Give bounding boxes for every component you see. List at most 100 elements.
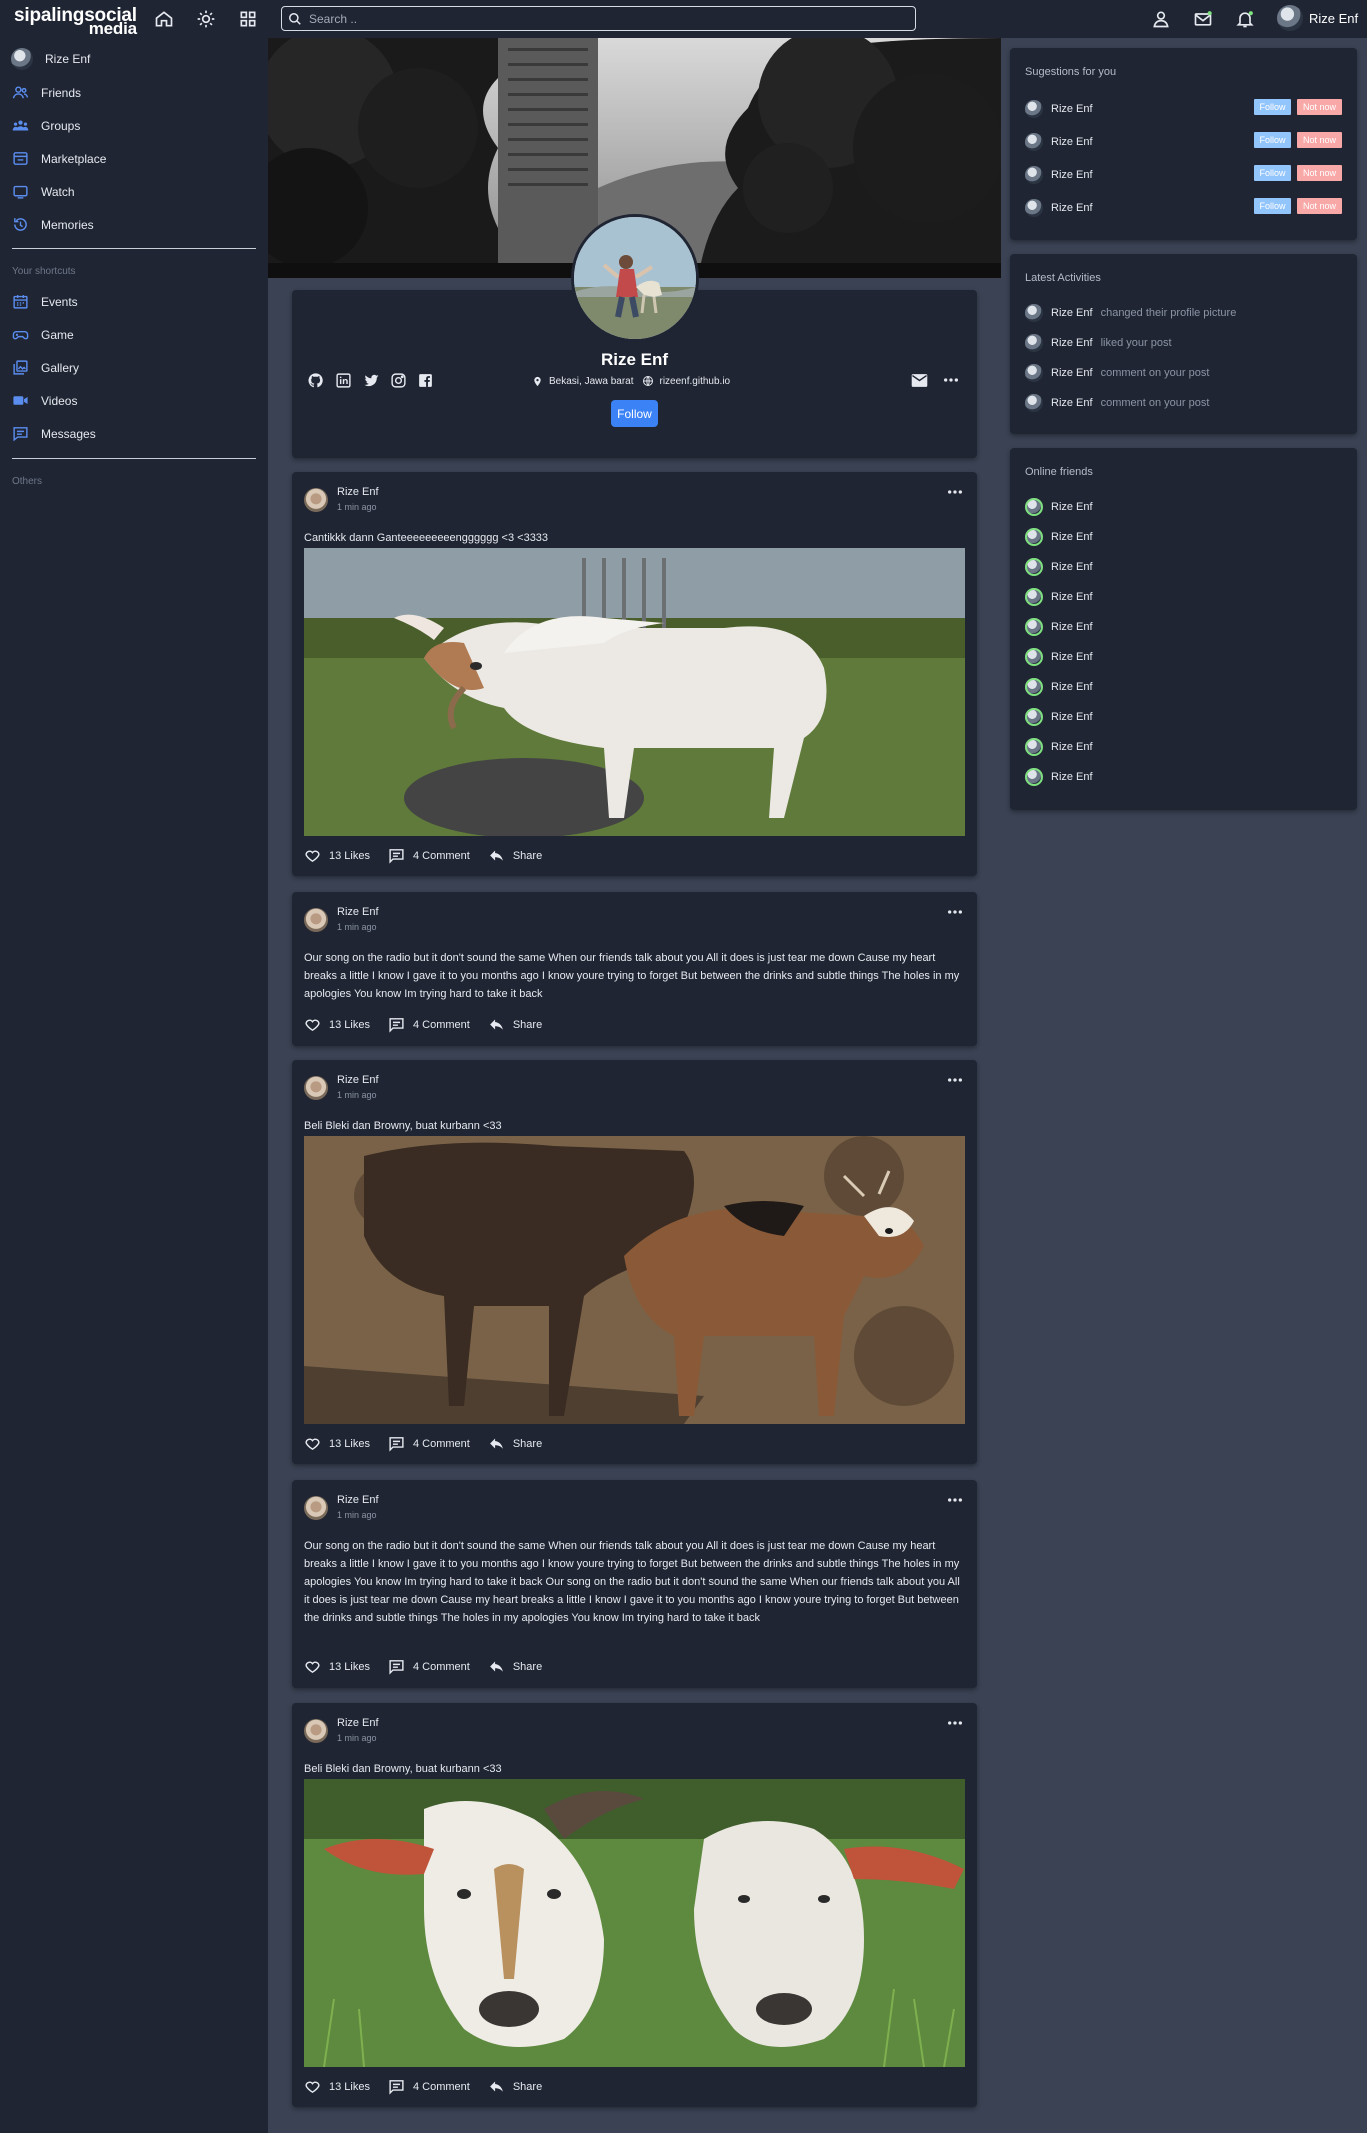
- activity-action: comment on your post: [1100, 397, 1210, 409]
- mail-icon[interactable]: [911, 373, 928, 388]
- comment-button[interactable]: 4 Comment: [388, 1658, 470, 1675]
- post-more-icon[interactable]: [947, 906, 963, 918]
- linkedin-icon[interactable]: [335, 372, 352, 389]
- app-logo[interactable]: sipalingsocial media: [14, 6, 137, 37]
- activity-item[interactable]: Rize Enf changed their profile picture: [1025, 304, 1236, 322]
- sidebar-item-marketplace[interactable]: Marketplace: [12, 150, 106, 167]
- post-more-icon[interactable]: [947, 1717, 963, 1729]
- heart-icon: [305, 1661, 320, 1674]
- suggestion-not-now-button[interactable]: Not now: [1297, 198, 1342, 214]
- suggestion-follow-button[interactable]: Follow: [1254, 99, 1291, 115]
- notifications-bell-icon[interactable]: [1235, 9, 1255, 29]
- post-author-name[interactable]: Rize Enf: [337, 906, 379, 918]
- share-button[interactable]: Share: [488, 1658, 542, 1675]
- user-menu[interactable]: Rize Enf: [1277, 5, 1358, 31]
- share-button[interactable]: Share: [488, 2078, 542, 2095]
- profile-website[interactable]: rizeenf.github.io: [660, 376, 731, 387]
- theme-toggle-sun-icon[interactable]: [196, 9, 216, 29]
- online-friend-item[interactable]: Rize Enf: [1025, 498, 1093, 516]
- sidebar-profile[interactable]: Rize Enf: [11, 48, 90, 70]
- post-author-name[interactable]: Rize Enf: [337, 1717, 379, 1729]
- online-friend-item[interactable]: Rize Enf: [1025, 648, 1093, 666]
- online-friend-item[interactable]: Rize Enf: [1025, 588, 1093, 606]
- activity-item[interactable]: Rize Enf comment on your post: [1025, 364, 1209, 382]
- comment-button[interactable]: 4 Comment: [388, 1435, 470, 1452]
- comment-button[interactable]: 4 Comment: [388, 1016, 470, 1033]
- post-image[interactable]: [304, 548, 965, 836]
- post-image[interactable]: [304, 1779, 965, 2067]
- post-author-avatar[interactable]: [304, 488, 328, 512]
- share-button[interactable]: Share: [488, 1435, 542, 1452]
- suggestion-name: Rize Enf: [1051, 169, 1093, 181]
- like-button[interactable]: 13 Likes: [304, 1435, 370, 1452]
- online-friend-item[interactable]: Rize Enf: [1025, 708, 1093, 726]
- post-author-avatar[interactable]: [304, 1719, 328, 1743]
- online-friend-item[interactable]: Rize Enf: [1025, 678, 1093, 696]
- sidebar-item-gallery[interactable]: Gallery: [12, 359, 79, 376]
- suggestion-not-now-button[interactable]: Not now: [1297, 99, 1342, 115]
- post-time: 1 min ago: [337, 1510, 377, 1520]
- post-author-avatar[interactable]: [304, 1496, 328, 1520]
- comment-button[interactable]: 4 Comment: [388, 847, 470, 864]
- suggestion-not-now-button[interactable]: Not now: [1297, 165, 1342, 181]
- online-friend-item[interactable]: Rize Enf: [1025, 768, 1093, 786]
- sidebar-item-memories[interactable]: Memories: [12, 216, 94, 233]
- sidebar-item-messages[interactable]: Messages: [12, 425, 96, 442]
- sidebar-item-events[interactable]: Events: [12, 293, 78, 310]
- sidebar-item-watch[interactable]: Watch: [12, 183, 75, 200]
- activity-item[interactable]: Rize Enf comment on your post: [1025, 394, 1209, 412]
- online-friend-item[interactable]: Rize Enf: [1025, 528, 1093, 546]
- sidebar-item-friends[interactable]: Friends: [12, 84, 81, 101]
- profile-avatar[interactable]: [574, 217, 696, 339]
- suggestion-item[interactable]: Rize Enf: [1025, 199, 1093, 217]
- like-button[interactable]: 13 Likes: [304, 847, 370, 864]
- post-text: Our song on the radio but it don't sound…: [304, 952, 960, 1000]
- search-bar[interactable]: [281, 6, 916, 31]
- post-text: Our song on the radio but it don't sound…: [304, 1540, 960, 1624]
- like-button[interactable]: 13 Likes: [304, 2078, 370, 2095]
- like-button[interactable]: 13 Likes: [304, 1658, 370, 1675]
- online-friend-name: Rize Enf: [1051, 741, 1093, 753]
- post-more-icon[interactable]: [947, 1494, 963, 1506]
- suggestion-item[interactable]: Rize Enf: [1025, 100, 1093, 118]
- share-button[interactable]: Share: [488, 847, 542, 864]
- github-icon[interactable]: [307, 372, 324, 389]
- suggestion-item[interactable]: Rize Enf: [1025, 133, 1093, 151]
- sidebar-item-game[interactable]: Game: [12, 326, 74, 343]
- online-friend-item[interactable]: Rize Enf: [1025, 558, 1093, 576]
- post-author-avatar[interactable]: [304, 1076, 328, 1100]
- suggestion-item[interactable]: Rize Enf: [1025, 166, 1093, 184]
- post-author-name[interactable]: Rize Enf: [337, 1074, 379, 1086]
- home-icon[interactable]: [154, 9, 174, 29]
- post-more-icon[interactable]: [947, 1074, 963, 1086]
- apps-grid-icon[interactable]: [238, 9, 258, 29]
- suggestion-follow-button[interactable]: Follow: [1254, 165, 1291, 181]
- comment-button[interactable]: 4 Comment: [388, 2078, 470, 2095]
- search-input[interactable]: [309, 11, 899, 26]
- twitter-icon[interactable]: [363, 372, 380, 389]
- online-friend-item[interactable]: Rize Enf: [1025, 738, 1093, 756]
- messages-envelope-icon[interactable]: [1193, 9, 1213, 29]
- instagram-icon[interactable]: [390, 372, 407, 389]
- suggestion-avatar: [1025, 133, 1043, 151]
- post-image[interactable]: [304, 1136, 965, 1424]
- suggestion-follow-button[interactable]: Follow: [1254, 132, 1291, 148]
- user-name: Rize Enf: [1309, 10, 1359, 26]
- post-author-name[interactable]: Rize Enf: [337, 486, 379, 498]
- profile-follow-button[interactable]: Follow: [611, 400, 658, 427]
- post-author-avatar[interactable]: [304, 908, 328, 932]
- like-button[interactable]: 13 Likes: [304, 1016, 370, 1033]
- suggestion-not-now-button[interactable]: Not now: [1297, 132, 1342, 148]
- post-author-name[interactable]: Rize Enf: [337, 1494, 379, 1506]
- sidebar-item-groups[interactable]: Groups: [12, 117, 80, 134]
- more-options-icon[interactable]: [943, 376, 959, 384]
- sidebar-item-videos[interactable]: Videos: [12, 392, 77, 409]
- online-friend-item[interactable]: Rize Enf: [1025, 618, 1093, 636]
- profile-person-icon[interactable]: [1151, 9, 1171, 29]
- post-text: Cantikkk dann Ganteeeeeeeeengggggg <3 <3…: [304, 532, 549, 544]
- share-button[interactable]: Share: [488, 1016, 542, 1033]
- activity-item[interactable]: Rize Enf liked your post: [1025, 334, 1172, 352]
- suggestion-follow-button[interactable]: Follow: [1254, 198, 1291, 214]
- post-more-icon[interactable]: [947, 486, 963, 498]
- facebook-icon[interactable]: [417, 372, 434, 389]
